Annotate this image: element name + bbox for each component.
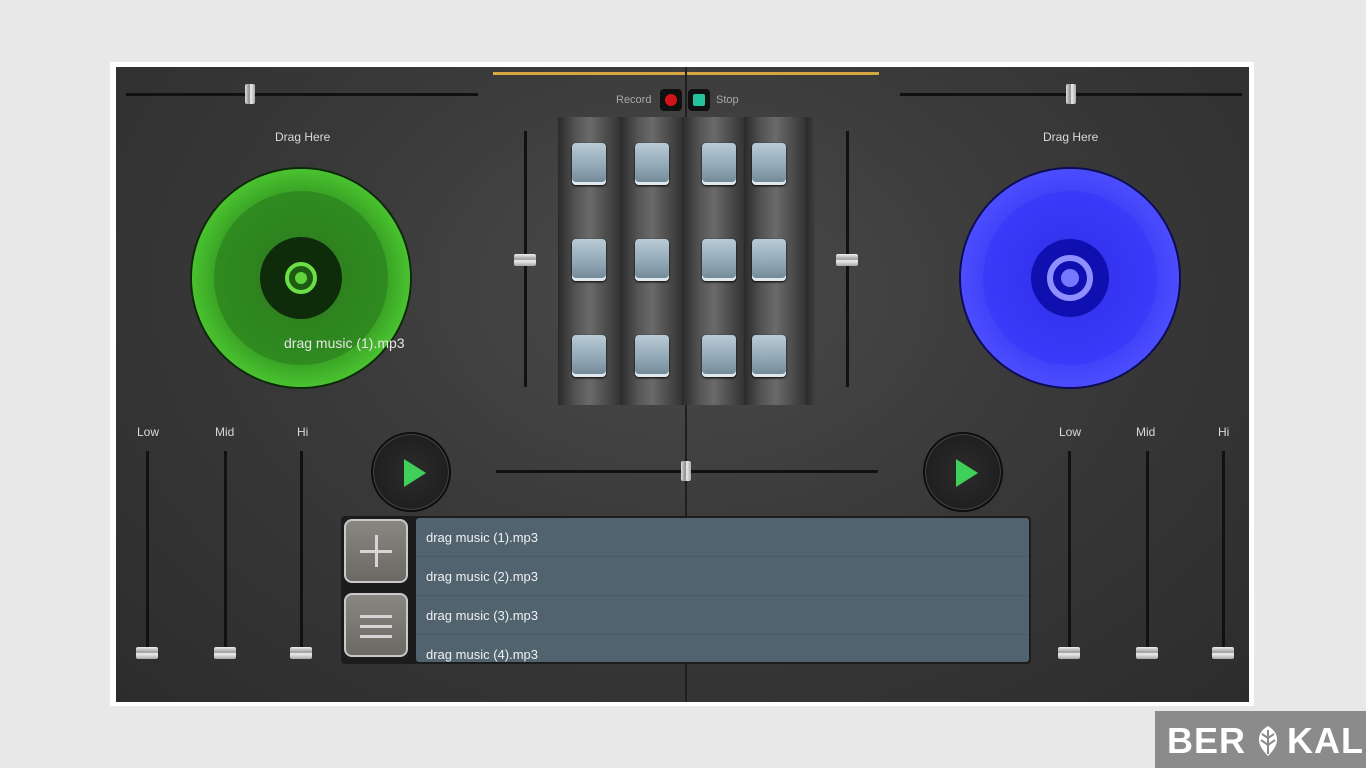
sample-pad[interactable] bbox=[572, 239, 606, 281]
sample-pad[interactable] bbox=[635, 335, 669, 377]
stop-button[interactable] bbox=[688, 89, 710, 111]
playlist-item[interactable]: drag music (4).mp3 bbox=[416, 635, 1029, 662]
playlist-list[interactable]: drag music (1).mp3 drag music (2).mp3 dr… bbox=[416, 518, 1029, 662]
stop-icon bbox=[693, 94, 705, 106]
watermark-text-right: KAL bbox=[1287, 720, 1364, 761]
right-eq-mid-slider[interactable] bbox=[1146, 451, 1149, 659]
menu-icon bbox=[360, 615, 392, 618]
stop-label: Stop bbox=[716, 94, 739, 106]
right-eq-low-knob[interactable] bbox=[1058, 647, 1080, 659]
left-eq-low-slider[interactable] bbox=[146, 451, 149, 659]
left-play-button[interactable] bbox=[371, 432, 451, 512]
sample-pad[interactable] bbox=[702, 335, 736, 377]
playlist-item[interactable]: drag music (1).mp3 bbox=[416, 518, 1029, 557]
right-eq-mid-label: Mid bbox=[1136, 425, 1156, 439]
right-volume-knob[interactable] bbox=[836, 254, 858, 266]
right-eq-hi-slider[interactable] bbox=[1222, 451, 1225, 659]
right-eq-low-slider[interactable] bbox=[1068, 451, 1071, 659]
sample-pad[interactable] bbox=[572, 143, 606, 185]
right-pitch-knob[interactable] bbox=[1066, 84, 1076, 104]
watermark-logo: BER KAL bbox=[1155, 711, 1366, 768]
record-button[interactable] bbox=[660, 89, 682, 111]
sample-pad[interactable] bbox=[752, 143, 786, 185]
sample-pad[interactable] bbox=[702, 239, 736, 281]
left-eq-mid-slider[interactable] bbox=[224, 451, 227, 659]
left-eq-mid-knob[interactable] bbox=[214, 647, 236, 659]
left-pitch-slider[interactable] bbox=[126, 93, 478, 96]
right-drag-label: Drag Here bbox=[1043, 130, 1099, 144]
sample-pad[interactable] bbox=[702, 143, 736, 185]
left-pitch-knob[interactable] bbox=[245, 84, 255, 104]
playlist-item[interactable]: drag music (3).mp3 bbox=[416, 596, 1029, 635]
right-eq-mid-knob[interactable] bbox=[1136, 647, 1158, 659]
sample-pad[interactable] bbox=[752, 239, 786, 281]
left-turntable-spindle bbox=[295, 272, 307, 284]
left-volume-knob[interactable] bbox=[514, 254, 536, 266]
record-icon bbox=[665, 94, 677, 106]
sample-pad[interactable] bbox=[635, 239, 669, 281]
right-turntable[interactable] bbox=[961, 169, 1179, 387]
watermark-text-left: BER bbox=[1167, 720, 1247, 761]
right-turntable-spindle bbox=[1061, 269, 1079, 287]
sample-pad[interactable] bbox=[752, 335, 786, 377]
left-drag-label: Drag Here bbox=[275, 130, 331, 144]
right-eq-hi-knob[interactable] bbox=[1212, 647, 1234, 659]
play-icon bbox=[956, 459, 978, 487]
sample-pad-panel bbox=[558, 117, 815, 405]
playlist-panel: drag music (1).mp3 drag music (2).mp3 dr… bbox=[341, 516, 1031, 664]
left-eq-hi-slider[interactable] bbox=[300, 451, 303, 659]
sample-pad[interactable] bbox=[635, 143, 669, 185]
left-eq-hi-label: Hi bbox=[297, 425, 309, 439]
left-eq-low-knob[interactable] bbox=[136, 647, 158, 659]
right-eq-hi-label: Hi bbox=[1218, 425, 1230, 439]
right-play-button[interactable] bbox=[923, 432, 1003, 512]
left-track-name: drag music (1).mp3 bbox=[284, 335, 405, 351]
leaf-logo-icon bbox=[1258, 726, 1278, 756]
crossfader-knob[interactable] bbox=[681, 461, 691, 481]
sample-pad[interactable] bbox=[572, 335, 606, 377]
left-eq-low-label: Low bbox=[137, 425, 160, 439]
playlist-item[interactable]: drag music (2).mp3 bbox=[416, 557, 1029, 596]
add-track-button[interactable] bbox=[344, 519, 408, 583]
right-eq-low-label: Low bbox=[1059, 425, 1082, 439]
left-turntable[interactable] bbox=[192, 169, 410, 387]
record-label: Record bbox=[616, 94, 652, 106]
left-eq-hi-knob[interactable] bbox=[290, 647, 312, 659]
left-eq-mid-label: Mid bbox=[215, 425, 235, 439]
play-icon bbox=[404, 459, 426, 487]
dj-app: Record Stop Drag Here Drag Here drag mus… bbox=[116, 67, 1249, 702]
playlist-menu-button[interactable] bbox=[344, 593, 408, 657]
